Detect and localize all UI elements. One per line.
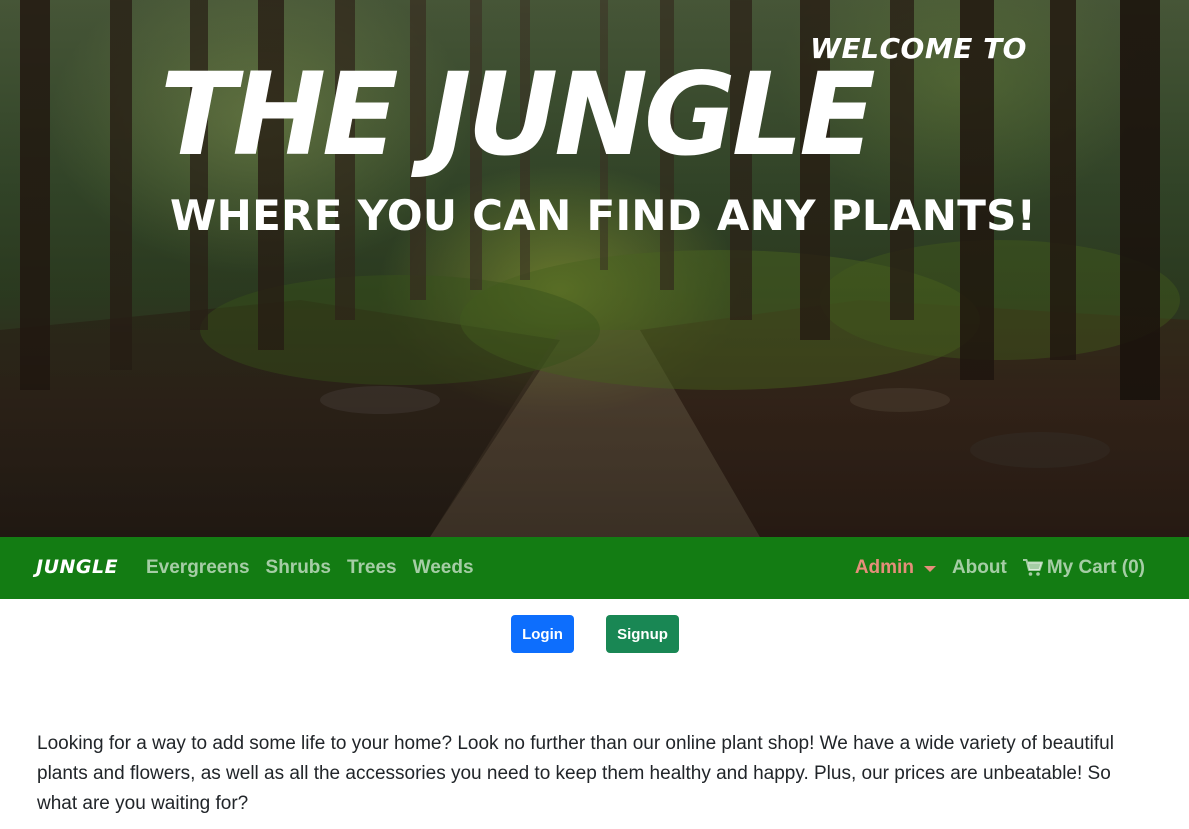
- hero-title: THE JUNGLE: [160, 48, 876, 182]
- cart-link[interactable]: My Cart (0): [1022, 557, 1145, 579]
- shopping-cart-icon: [1022, 559, 1043, 576]
- account-nav: Admin About My Cart (0): [855, 557, 1145, 579]
- main-navbar: JUNGLE Evergreens Shrubs Trees Weeds Adm…: [0, 537, 1189, 599]
- brand-logo-link[interactable]: JUNGLE: [36, 556, 118, 578]
- nav-link-about[interactable]: About: [952, 557, 1007, 579]
- nav-link-shrubs[interactable]: Shrubs: [266, 557, 331, 579]
- category-nav: Evergreens Shrubs Trees Weeds: [146, 557, 474, 579]
- hero-subtitle: WHERE YOU CAN FIND ANY PLANTS!: [170, 191, 1037, 240]
- signup-button[interactable]: Signup: [606, 615, 679, 653]
- admin-label: Admin: [854, 557, 914, 578]
- nav-link-trees[interactable]: Trees: [347, 557, 397, 579]
- nav-link-evergreens[interactable]: Evergreens: [146, 557, 250, 579]
- hero-banner: WELCOME TO THE JUNGLE WHERE YOU CAN FIND…: [0, 0, 1189, 537]
- admin-dropdown-toggle[interactable]: Admin: [855, 557, 936, 579]
- intro-paragraph: Looking for a way to add some life to yo…: [37, 733, 1114, 814]
- login-button[interactable]: Login: [511, 615, 574, 653]
- nav-link-weeds[interactable]: Weeds: [413, 557, 474, 579]
- caret-down-icon: [923, 566, 936, 572]
- cart-label: My Cart (0): [1046, 557, 1145, 578]
